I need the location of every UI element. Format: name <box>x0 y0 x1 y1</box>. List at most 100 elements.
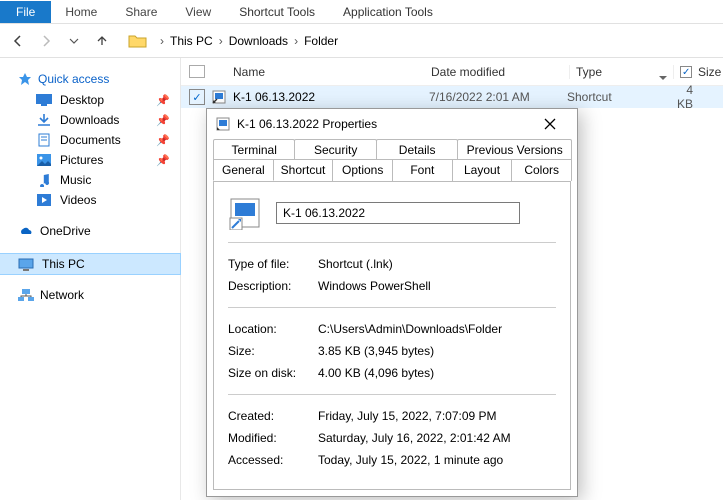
column-header-name[interactable]: Name <box>213 65 431 79</box>
file-name: K-1 06.13.2022 <box>233 90 429 104</box>
ribbon-tab-view[interactable]: View <box>171 1 225 23</box>
sidebar-label: This PC <box>42 257 85 271</box>
nav-forward-icon <box>34 29 58 53</box>
value-size-on-disk: 4.00 KB (4,096 bytes) <box>318 366 556 380</box>
navbar: › This PC › Downloads › Folder <box>0 24 723 58</box>
tab-options[interactable]: Options <box>332 159 393 181</box>
value-size: 3.85 KB (3,945 bytes) <box>318 344 556 358</box>
column-headers: Name Date modified Type ✓ Size <box>181 58 723 86</box>
desktop-icon <box>36 94 52 106</box>
dialog-titlebar[interactable]: K-1 06.13.2022 Properties <box>207 109 577 139</box>
column-header-date[interactable]: Date modified <box>431 65 569 79</box>
row-checkbox[interactable]: ✓ <box>189 89 205 105</box>
sidebar-network[interactable]: Network <box>0 286 180 306</box>
sidebar-label: OneDrive <box>40 224 91 238</box>
ribbon-tab-home[interactable]: Home <box>51 1 111 23</box>
shortcut-file-icon <box>211 89 227 105</box>
properties-dialog: K-1 06.13.2022 Properties Terminal Secur… <box>206 108 578 497</box>
videos-icon <box>36 194 52 206</box>
pin-icon: 📌 <box>156 134 170 147</box>
star-icon <box>18 72 32 86</box>
value-type-of-file: Shortcut (.lnk) <box>318 257 556 271</box>
sidebar-item-label: Videos <box>60 193 96 207</box>
crumb-downloads[interactable]: Downloads <box>227 34 290 48</box>
label-size: Size: <box>228 344 318 358</box>
cloud-icon <box>18 225 34 237</box>
dialog-title: K-1 06.13.2022 Properties <box>237 117 531 131</box>
ribbon-tab-application-tools[interactable]: Application Tools <box>329 1 447 23</box>
chevron-right-icon[interactable]: › <box>290 34 302 48</box>
downloads-icon <box>36 113 52 127</box>
nav-back-icon[interactable] <box>6 29 30 53</box>
sidebar-this-pc[interactable]: This PC <box>0 254 180 274</box>
documents-icon <box>36 133 52 147</box>
sidebar-item-label: Documents <box>60 133 121 147</box>
sidebar-item-music[interactable]: Music <box>0 170 180 190</box>
divider <box>228 307 556 308</box>
value-modified: Saturday, July 16, 2022, 2:01:42 AM <box>318 431 556 445</box>
column-header-type[interactable]: Type <box>569 65 673 79</box>
folder-icon <box>128 32 148 50</box>
file-row[interactable]: ✓ K-1 06.13.2022 7/16/2022 2:01 AM Short… <box>181 86 723 108</box>
column-chooser-icon[interactable]: ✓ <box>680 66 692 78</box>
label-modified: Modified: <box>228 431 318 445</box>
value-accessed: Today, July 15, 2022, 1 minute ago <box>318 453 556 467</box>
ribbon-tab-file[interactable]: File <box>0 1 51 23</box>
sidebar-item-pictures[interactable]: Pictures 📌 <box>0 150 180 170</box>
nav-up-icon[interactable] <box>90 29 114 53</box>
value-location: C:\Users\Admin\Downloads\Folder <box>318 322 556 336</box>
pin-icon: 📌 <box>156 154 170 167</box>
close-icon <box>544 118 556 130</box>
music-icon <box>36 173 52 187</box>
chevron-right-icon[interactable]: › <box>215 34 227 48</box>
chevron-right-icon[interactable]: › <box>156 34 168 48</box>
tab-general[interactable]: General <box>213 159 274 181</box>
pin-icon: 📌 <box>156 94 170 107</box>
label-accessed: Accessed: <box>228 453 318 467</box>
sidebar-item-videos[interactable]: Videos <box>0 190 180 210</box>
sidebar-item-label: Music <box>60 173 91 187</box>
shortcut-file-icon <box>215 116 231 132</box>
ribbon: File Home Share View Shortcut Tools Appl… <box>0 0 723 24</box>
label-description: Description: <box>228 279 318 293</box>
sidebar-item-label: Downloads <box>60 113 119 127</box>
tab-previous-versions[interactable]: Previous Versions <box>457 139 572 160</box>
sidebar-item-desktop[interactable]: Desktop 📌 <box>0 90 180 110</box>
sidebar-item-downloads[interactable]: Downloads 📌 <box>0 110 180 130</box>
tab-details[interactable]: Details <box>376 139 458 160</box>
ribbon-tab-share[interactable]: Share <box>111 1 171 23</box>
pin-icon: 📌 <box>156 114 170 127</box>
crumb-this-pc[interactable]: This PC <box>168 34 215 48</box>
sidebar-item-label: Desktop <box>60 93 104 107</box>
select-all-checkbox[interactable] <box>189 65 205 78</box>
label-created: Created: <box>228 409 318 423</box>
file-date: 7/16/2022 2:01 AM <box>429 90 567 104</box>
file-size: 4 KB <box>677 83 723 111</box>
label-location: Location: <box>228 322 318 336</box>
tab-font[interactable]: Font <box>392 159 453 181</box>
shortcut-file-icon <box>228 196 262 230</box>
sidebar-item-documents[interactable]: Documents 📌 <box>0 130 180 150</box>
tab-security[interactable]: Security <box>294 139 376 160</box>
pictures-icon <box>36 154 52 166</box>
sidebar-label: Quick access <box>38 72 109 86</box>
navigation-pane: Quick access Desktop 📌 Downloads 📌 Docum… <box>0 58 181 500</box>
close-button[interactable] <box>531 110 569 138</box>
network-icon <box>18 288 34 302</box>
sidebar-item-label: Pictures <box>60 153 103 167</box>
breadcrumb[interactable]: › This PC › Downloads › Folder <box>152 34 717 48</box>
filename-input[interactable] <box>276 202 520 224</box>
nav-recent-icon[interactable] <box>62 29 86 53</box>
column-header-size[interactable]: ✓ Size <box>673 65 723 79</box>
sidebar-onedrive[interactable]: OneDrive <box>0 222 180 242</box>
tab-shortcut[interactable]: Shortcut <box>273 159 334 181</box>
tab-layout[interactable]: Layout <box>452 159 513 181</box>
ribbon-tab-shortcut-tools[interactable]: Shortcut Tools <box>225 1 329 23</box>
label-type-of-file: Type of file: <box>228 257 318 271</box>
tab-colors[interactable]: Colors <box>511 159 572 181</box>
tab-terminal[interactable]: Terminal <box>213 139 295 160</box>
crumb-folder[interactable]: Folder <box>302 34 340 48</box>
divider <box>228 394 556 395</box>
sidebar-label: Network <box>40 288 84 302</box>
sidebar-quick-access[interactable]: Quick access <box>0 70 180 90</box>
